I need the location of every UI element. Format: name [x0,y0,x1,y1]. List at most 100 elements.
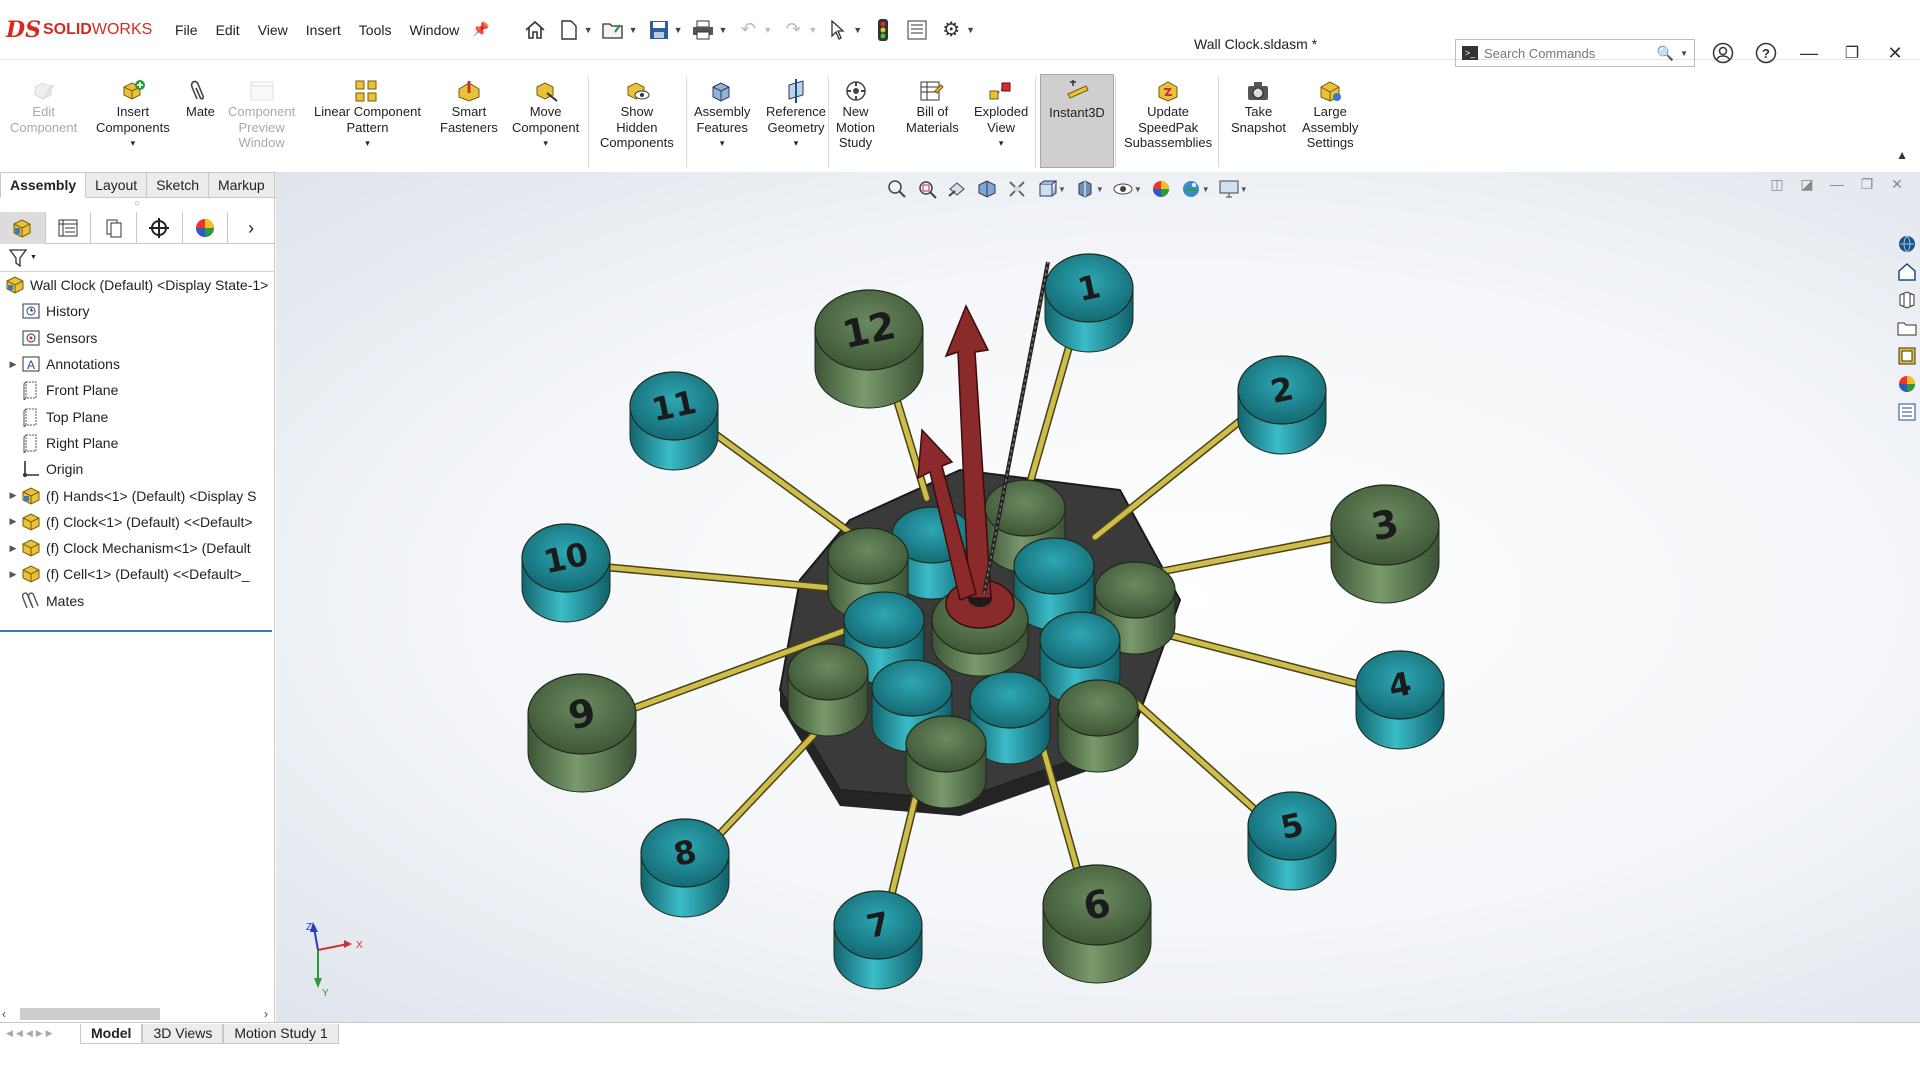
expand-arrow-icon[interactable]: ▶ [6,543,20,554]
graphics-area[interactable]: ▼ ▼ ▼ ▼ ▼ ◫ ◪ — ❐ ✕ 12 1 2 3 4 5 6 7 8 9 10 11 Z X … [276,172,1920,1024]
solidworks-resources-icon[interactable] [1894,230,1920,258]
motion-study-button[interactable]: New Motion Study [832,74,879,151]
rebuild-traffic-light-icon[interactable] [866,15,900,45]
battery-cell[interactable] [905,715,987,809]
hour-marker-2[interactable]: 2 [1237,355,1327,455]
help-icon[interactable]: ? [1751,38,1781,68]
save-icon[interactable] [642,15,676,45]
close-icon[interactable]: ✕ [1880,38,1910,68]
file-properties-icon[interactable] [900,15,934,45]
tree-item-sensors[interactable]: Sensors [0,325,274,351]
menu-insert[interactable]: Insert [306,22,341,38]
menu-file[interactable]: File [175,22,198,38]
select-cursor-icon[interactable] [821,15,855,45]
camera-button[interactable]: Take Snapshot [1227,74,1290,135]
design-library-icon[interactable] [1894,258,1920,286]
scroll-left-icon[interactable]: ‹ [2,1007,6,1021]
paperclip-button[interactable]: Mate [182,74,219,120]
bottom-tab-3d-views[interactable]: 3D Views [142,1023,224,1044]
edit-component-button[interactable]: Edit Component [6,74,81,135]
tree-item-mates[interactable]: Mates [0,588,274,614]
tree-filter[interactable]: ▼ [0,244,274,272]
redo-icon[interactable]: ↷ [776,15,810,45]
assembly-features-button[interactable]: Assembly Features ▾ [690,74,754,152]
tree-item-f-cell-1-default-default[interactable]: ▶ (f) Cell<1> (Default) <<Default>_ [0,561,274,587]
hour-marker-11[interactable]: 11 [629,371,719,471]
tree-item-right-plane[interactable]: Right Plane [0,430,274,456]
battery-cell[interactable] [787,643,869,737]
speedpak-button[interactable]: Update SpeedPak Subassemblies [1120,74,1216,151]
tree-item-front-plane[interactable]: Front Plane [0,377,274,403]
hour-marker-3[interactable]: 3 [1330,484,1440,604]
featuremanager-tab[interactable] [0,212,46,244]
chevron-down-icon[interactable]: ▾ [543,136,548,152]
hour-marker-9[interactable]: 9 [527,673,637,793]
hour-marker-8[interactable]: 8 [640,818,730,918]
tree-item-wall-clock-default-display-state-1[interactable]: Wall Clock (Default) <Display State-1> [0,272,274,298]
tree-item-top-plane[interactable]: Top Plane [0,403,274,429]
menu-window[interactable]: Window [409,22,459,38]
preview-window-button[interactable]: Component Preview Window [224,74,299,151]
scrollbar-thumb[interactable] [20,1008,160,1020]
expand-arrow-icon[interactable]: ▶ [6,516,20,527]
chevron-down-icon[interactable]: ▾ [999,136,1004,152]
tree-item-origin[interactable]: Origin [0,456,274,482]
home-icon[interactable] [518,15,552,45]
hour-marker-7[interactable]: 7 [833,890,923,990]
tree-item-f-clock-1-default-default[interactable]: ▶ (f) Clock<1> (Default) <<Default> [0,509,274,535]
hour-marker-10[interactable]: 10 [521,523,611,623]
large-assembly-button[interactable]: Large Assembly Settings [1298,74,1362,151]
hour-marker-5[interactable]: 5 [1247,791,1337,891]
file-explorer-icon[interactable] [1894,286,1920,314]
dimxpertmanager-tab[interactable] [137,212,183,244]
scroll-right-icon[interactable]: › [264,1007,268,1021]
user-account-icon[interactable] [1708,38,1738,68]
move-component-button[interactable]: Move Component ▾ [508,74,583,152]
tab-scroll-arrows[interactable]: ◀◀◀▶▶ [0,1024,80,1044]
search-magnifier-icon[interactable]: 🔍 [1657,45,1674,62]
panel-grip[interactable]: ○ [0,198,274,212]
instant3d-button[interactable]: Instant3D [1040,74,1114,168]
solidworks-logo[interactable]: DS SOLID WORKS [6,17,166,43]
view-palette-icon[interactable] [1894,314,1920,342]
appearances-scenes-icon[interactable] [1894,342,1920,370]
print-icon[interactable] [686,15,720,45]
battery-cell[interactable] [1057,679,1139,773]
new-document-icon[interactable] [552,15,586,45]
collapse-ribbon-icon[interactable]: ▲ [1896,148,1908,162]
smart-fasteners-button[interactable]: Smart Fasteners [436,74,502,135]
menu-tools[interactable]: Tools [359,22,392,38]
chevron-down-icon[interactable]: ▾ [131,136,136,152]
menu-edit[interactable]: Edit [216,22,240,38]
tab-markup[interactable]: Markup [209,172,275,198]
show-hidden-button[interactable]: Show Hidden Components [596,74,678,151]
expand-arrow-icon[interactable]: ▶ [6,569,20,580]
displaymanager-tab[interactable] [183,212,229,244]
bom-button[interactable]: Bill of Materials [902,74,963,135]
filter-icon[interactable] [8,248,30,268]
reference-geometry-button[interactable]: Reference Geometry ▾ [762,74,830,152]
tree-item-f-hands-1-default-display-s[interactable]: ▶ (f) Hands<1> (Default) <Display S [0,482,274,508]
hour-marker-4[interactable]: 4 [1355,650,1445,750]
tab-sketch[interactable]: Sketch [147,172,210,198]
tree-item-annotations[interactable]: ▶ A Annotations [0,351,274,377]
hour-marker-6[interactable]: 6 [1042,864,1152,984]
filter-dropdown-icon[interactable]: ▼ [30,254,37,261]
custom-properties-icon[interactable] [1894,370,1920,398]
tree-item-f-clock-mechanism-1-default[interactable]: ▶ (f) Clock Mechanism<1> (Default [0,535,274,561]
minimize-icon[interactable]: — [1794,38,1824,68]
more-tabs-chevron-icon[interactable]: › [228,212,274,244]
chevron-down-icon[interactable]: ▾ [720,136,725,152]
bottom-tab-model[interactable]: Model [80,1023,143,1044]
search-commands-input[interactable]: >_ Search Commands 🔍 ▼ [1455,39,1695,67]
tree-item-history[interactable]: History [0,298,274,324]
undo-icon[interactable]: ↶ [731,15,765,45]
bottom-tab-motion-study-1[interactable]: Motion Study 1 [223,1023,339,1044]
search-dropdown-icon[interactable]: ▼ [1680,49,1688,58]
chevron-down-icon[interactable]: ▾ [794,136,799,152]
menu-view[interactable]: View [258,22,288,38]
expand-arrow-icon[interactable]: ▶ [6,490,20,501]
exploded-view-button[interactable]: Exploded View ▾ [970,74,1032,152]
wall-clock-model[interactable]: 121234567891011 [276,172,1920,1024]
restore-icon[interactable]: ❐ [1837,38,1867,68]
